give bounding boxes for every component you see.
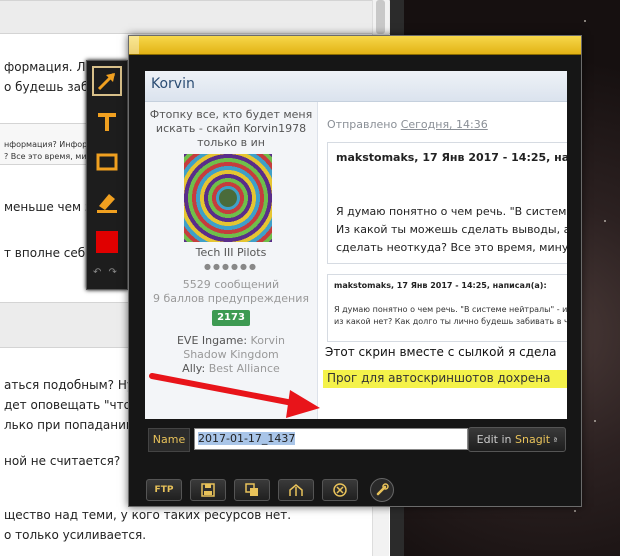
quote-line: Из какой ты можешь сделать выводы, а bbox=[336, 223, 567, 236]
title-bar-notch bbox=[129, 36, 139, 54]
rectangle-icon bbox=[96, 153, 118, 171]
annotation-arrow-icon bbox=[149, 373, 320, 418]
star bbox=[574, 510, 576, 512]
edit-in-snagit-button[interactable]: Edit in Snagit ª bbox=[468, 427, 566, 452]
highlighter-icon bbox=[97, 194, 117, 213]
quote-header: makstomaks, 17 Янв 2017 - 14:25, напис bbox=[336, 151, 567, 164]
highlighted-text: Прог для автоскриншотов дохрена bbox=[323, 370, 567, 388]
scrollbar-thumb[interactable] bbox=[376, 0, 385, 34]
delete-icon bbox=[333, 483, 347, 497]
arrow-tool[interactable] bbox=[92, 66, 122, 96]
undo-redo-icon[interactable]: ↶ ↷ bbox=[93, 267, 119, 278]
member-group: Tech III Pilots bbox=[195, 246, 267, 259]
name-label: Name bbox=[148, 428, 190, 452]
signature-line: Фтопку все, кто будет меня bbox=[149, 108, 313, 121]
ingame-line: EVE Ingame: Korvin bbox=[145, 334, 317, 347]
text-icon bbox=[98, 113, 116, 131]
warning-points: 9 баллов предупреждения bbox=[152, 292, 310, 305]
share-button[interactable] bbox=[278, 479, 314, 501]
snagit-title-bar[interactable] bbox=[129, 36, 581, 55]
post-author-title: Korvin bbox=[151, 76, 195, 92]
color-swatch[interactable] bbox=[92, 227, 122, 257]
quote-line: сделать неоткуда? Все это время, минут bbox=[336, 241, 567, 254]
ingame-name: Korvin bbox=[250, 334, 286, 347]
quote-line: Я думаю понятно о чем речь. "В системе н… bbox=[334, 305, 567, 314]
quote-header: makstomaks, 17 Янв 2017 - 14:25, написал… bbox=[334, 281, 547, 290]
highlighter-tool[interactable] bbox=[92, 187, 122, 217]
delete-button[interactable] bbox=[322, 479, 358, 501]
sent-label: Отправлено bbox=[327, 118, 398, 131]
rank-dots: ●●●●●● bbox=[204, 262, 258, 271]
post-text: Этот скрин вместе с сылкой я сдела bbox=[325, 345, 557, 359]
post-count: 5529 сообщений bbox=[182, 278, 280, 291]
ingame-label: EVE Ingame: bbox=[176, 334, 248, 347]
background-text-line: о будешь заби bbox=[4, 80, 97, 94]
signature-line: искать - скайп Korvin1978 bbox=[155, 122, 307, 135]
tool-palette: ↶ ↷ bbox=[86, 60, 128, 290]
color-swatch-fill bbox=[96, 231, 118, 253]
background-bottom-text: щество над теми, у кого таких ресурсов н… bbox=[0, 506, 404, 556]
post-header: Korvin bbox=[145, 71, 567, 102]
filename-input[interactable]: 2017-01-17_1437 bbox=[194, 428, 468, 450]
settings-button[interactable] bbox=[370, 478, 394, 502]
ftp-button[interactable]: FTP bbox=[146, 479, 182, 501]
shape-tool[interactable] bbox=[92, 147, 122, 177]
share-icon bbox=[289, 484, 303, 496]
background-quote-line: нформация? Информ bbox=[4, 140, 94, 149]
save-button[interactable] bbox=[190, 479, 226, 501]
star bbox=[604, 220, 606, 222]
edit-app: Snagit bbox=[515, 433, 551, 446]
background-text-line: щество над теми, у кого таких ресурсов н… bbox=[4, 508, 292, 522]
nested-quote-block: makstomaks, 17 Янв 2017 - 14:25, написал… bbox=[327, 274, 567, 342]
capture-preview: Korvin Фтопку все, кто будет меня искать… bbox=[145, 71, 567, 419]
highlighted-text-label: Прог для автоскриншотов дохрена bbox=[327, 371, 551, 385]
post-body: Отправлено Сегодня, 14:36 makstomaks, 17… bbox=[321, 102, 567, 419]
save-icon bbox=[201, 483, 215, 497]
background-quote-line: ? Все это время, ми bbox=[4, 152, 87, 161]
signature-line: только в ин bbox=[197, 136, 265, 149]
wrench-icon bbox=[376, 483, 389, 496]
star bbox=[584, 20, 586, 22]
filename-value: 2017-01-17_1437 bbox=[198, 432, 296, 445]
background-header-band bbox=[0, 0, 390, 34]
copy-button[interactable] bbox=[234, 479, 270, 501]
background-text-line: т вполне себ bbox=[4, 246, 86, 260]
background-text-line: ной не считается? bbox=[4, 454, 121, 468]
avatar bbox=[184, 154, 272, 242]
sent-time: Сегодня, 14:36 bbox=[400, 118, 488, 131]
quote-block: makstomaks, 17 Янв 2017 - 14:25, напис Я… bbox=[327, 142, 567, 264]
background-text-line: о только усиливается. bbox=[4, 528, 147, 542]
superscript-mark: ª bbox=[553, 436, 558, 445]
avatar-center bbox=[219, 189, 237, 207]
edit-prefix: Edit in bbox=[476, 433, 515, 446]
quote-line: Я думаю понятно о чем речь. "В системе bbox=[336, 205, 567, 218]
post-timestamp: Отправлено Сегодня, 14:36 bbox=[327, 118, 488, 131]
background-text-line: лько при попадании с bbox=[4, 418, 145, 432]
star bbox=[594, 420, 596, 422]
text-tool[interactable] bbox=[92, 107, 122, 137]
quote-line: из какой нет? Как долго ты лично будешь … bbox=[334, 317, 567, 326]
reputation-badge: 2173 bbox=[212, 310, 250, 326]
corp-name: Shadow Kingdom bbox=[183, 348, 279, 361]
ftp-label: FTP bbox=[154, 485, 174, 495]
background-text-line: меньше чем з bbox=[4, 200, 92, 214]
copy-icon bbox=[245, 483, 258, 496]
background-text-line: аться подобным? Ну, в bbox=[4, 378, 149, 392]
arrow-icon bbox=[97, 72, 116, 91]
